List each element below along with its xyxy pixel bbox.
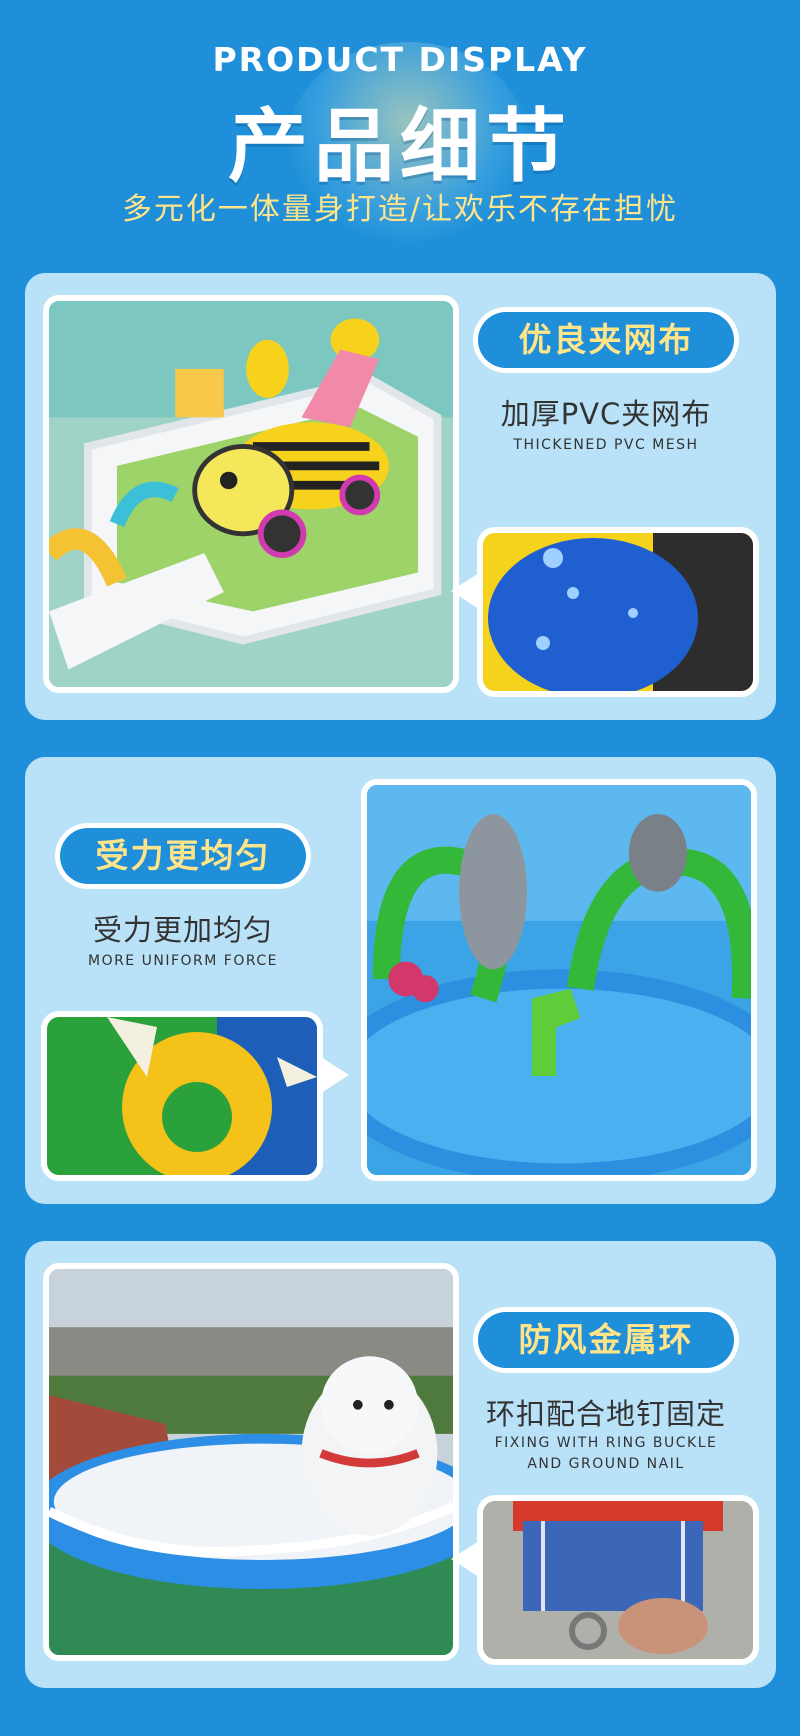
badge-force-label: 受力更均匀	[60, 828, 306, 884]
polar-bear-pool-photo	[43, 1263, 459, 1661]
caption-mesh-cn: 加厚PVC夹网布	[500, 397, 712, 431]
header-chinese-title: 产品细节	[228, 100, 572, 193]
pointer-arrow	[321, 1057, 349, 1093]
header-english-title: PRODUCT DISPLAY	[212, 40, 588, 79]
badge-mesh: 优良夹网布	[473, 307, 739, 373]
section-card-ring: 防风金属环 环扣配合地钉固定 FIXING WITH RING BUCKLE A…	[25, 1241, 776, 1688]
mesh-closeup-photo	[451, 527, 759, 697]
page-header: PRODUCT DISPLAY 产品细节 多元化一体量身打造/让欢乐不存在担忧	[0, 0, 800, 250]
pointer-arrow	[451, 573, 479, 609]
section-card-force: 受力更均匀 受力更加均匀 MORE UNIFORM FORCE	[25, 757, 776, 1204]
caption-force-cn: 受力更加均匀	[92, 913, 273, 947]
badge-force: 受力更均匀	[55, 823, 311, 889]
header-subtitle: 多元化一体量身打造/让欢乐不存在担忧	[121, 192, 679, 227]
section-card-mesh: 优良夹网布 加厚PVC夹网布 THICKENED PVC MESH	[25, 273, 776, 720]
product-detail-page: { "header": { "en_title": "PRODUCT DISPL…	[0, 0, 800, 1736]
bee-park-photo	[43, 295, 459, 693]
caption-force-en: MORE UNIFORM FORCE	[87, 953, 279, 969]
badge-ring-label: 防风金属环	[478, 1312, 734, 1368]
ring-closeup-photo	[451, 1495, 759, 1665]
caption-ring-cn: 环扣配合地钉固定	[485, 1397, 726, 1431]
dolphin-pool-photo	[361, 779, 757, 1181]
caption-mesh-en: THICKENED PVC MESH	[513, 437, 699, 453]
caption-ring-en-line1: FIXING WITH RING BUCKLE	[494, 1435, 718, 1451]
caption-ring-en-line2: AND GROUND NAIL	[527, 1456, 685, 1472]
pointer-arrow	[451, 1541, 479, 1577]
badge-mesh-label: 优良夹网布	[478, 312, 734, 368]
badge-ring: 防风金属环	[473, 1307, 739, 1373]
seam-closeup-photo	[41, 1011, 349, 1181]
